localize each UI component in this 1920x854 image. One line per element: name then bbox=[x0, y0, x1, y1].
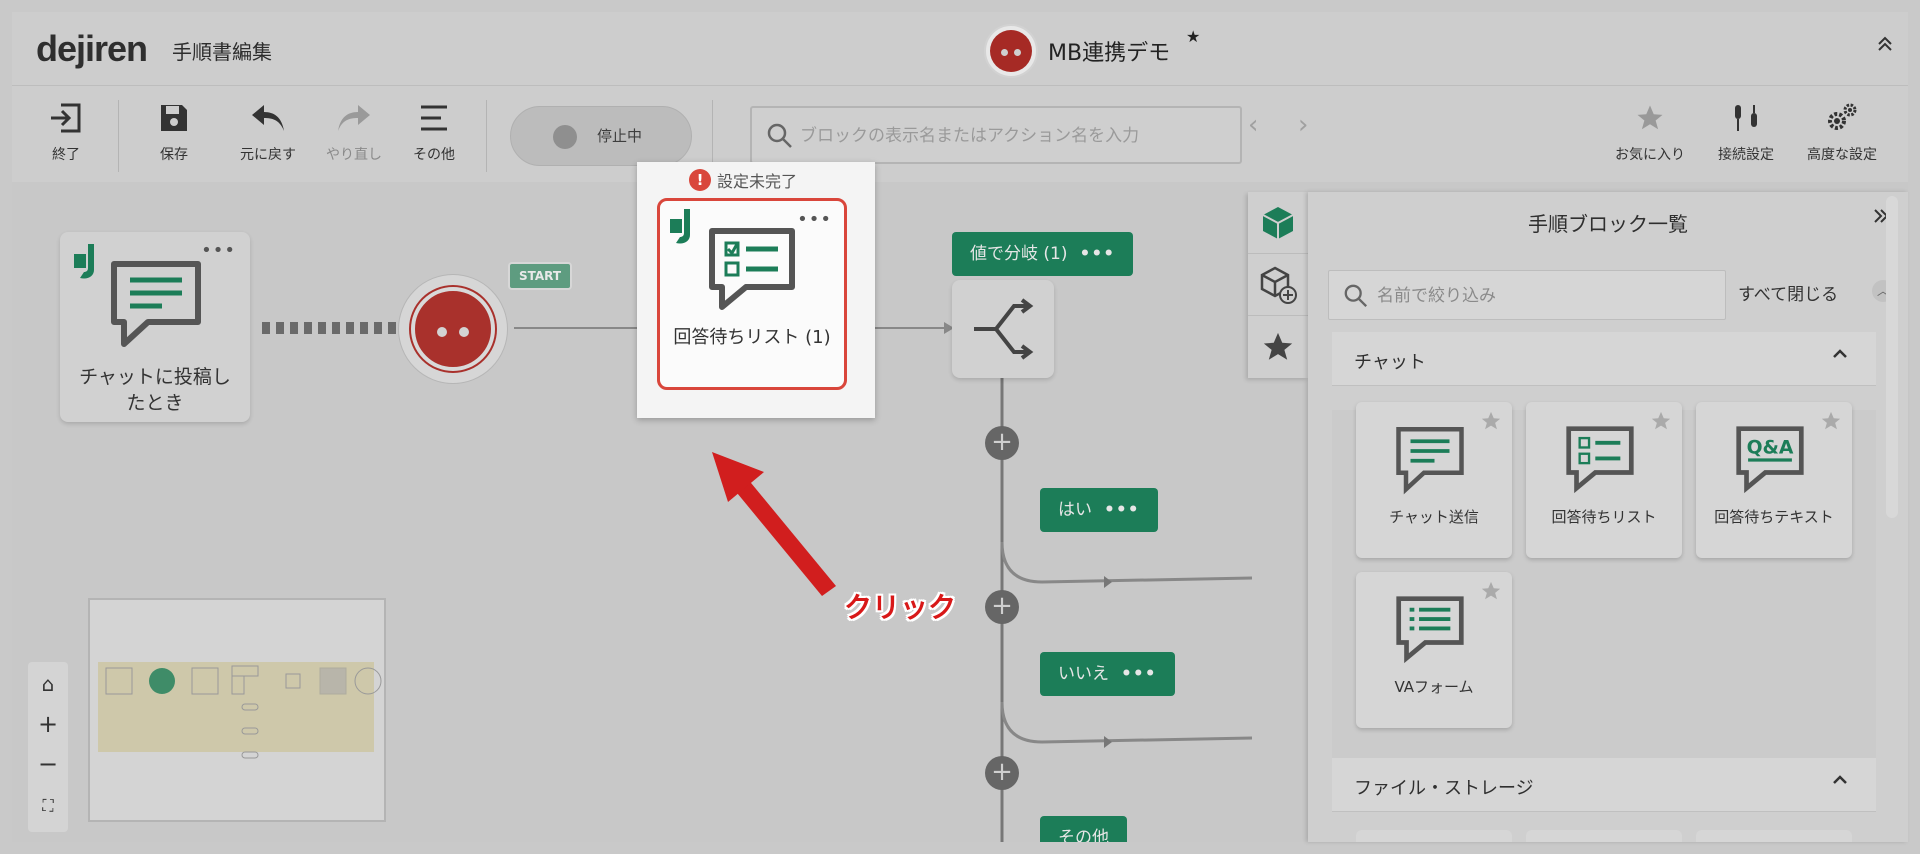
redo-icon bbox=[314, 98, 394, 138]
run-status-toggle[interactable]: 停止中 bbox=[510, 106, 692, 166]
custom-blocks-tab[interactable] bbox=[1248, 254, 1308, 316]
add-block-button[interactable]: + bbox=[985, 756, 1019, 790]
node-menu-icon[interactable]: ••• bbox=[1079, 244, 1115, 264]
branch-node[interactable] bbox=[952, 280, 1054, 378]
node-menu-icon[interactable]: ••• bbox=[797, 209, 832, 230]
trigger-node[interactable]: ••• チャットに投稿したとき bbox=[60, 232, 250, 422]
block-filter bbox=[1328, 270, 1726, 320]
block-card-partial[interactable] bbox=[1356, 830, 1512, 842]
node-menu-icon[interactable]: ••• bbox=[201, 240, 236, 261]
app-header: dejiren 手順書編集 MB連携デモ ★ bbox=[12, 12, 1908, 86]
star-icon[interactable] bbox=[1650, 410, 1672, 432]
procedure-avatar bbox=[984, 24, 1038, 78]
form-chat-icon bbox=[1396, 596, 1464, 664]
exit-button[interactable]: 終了 bbox=[26, 98, 106, 164]
block-card-waiting-list[interactable]: 回答待ちリスト bbox=[1526, 402, 1682, 558]
collapse-all-button[interactable]: すべて閉じる bbox=[1738, 280, 1838, 305]
branch-no-tag[interactable]: いいえ ••• bbox=[1040, 652, 1175, 696]
editor-toolbar: 終了 保存 元に戻す やり直し その他 停止中 ‹ › bbox=[12, 86, 1908, 182]
zoom-in-button[interactable]: + bbox=[28, 704, 68, 744]
dejiren-logo-icon bbox=[74, 244, 94, 279]
star-icon[interactable] bbox=[1480, 580, 1502, 602]
minimap-preview bbox=[98, 662, 382, 759]
gears-icon bbox=[1802, 98, 1882, 138]
click-annotation: クリック bbox=[844, 591, 957, 624]
undo-button[interactable]: 元に戻す bbox=[228, 98, 308, 164]
branch-icon bbox=[974, 298, 1034, 360]
section-chat-header[interactable]: チャット bbox=[1332, 332, 1876, 386]
save-button[interactable]: 保存 bbox=[134, 98, 214, 164]
waiting-list-node[interactable]: ••• 回答待ちリスト (1) bbox=[657, 198, 847, 390]
minimap[interactable] bbox=[88, 598, 386, 822]
qa-chat-icon: Q&A bbox=[1736, 426, 1804, 494]
blocks-tab[interactable] bbox=[1248, 192, 1308, 254]
branch-node-tag[interactable]: 値で分岐 (1) ••• bbox=[952, 232, 1134, 276]
panel-title: 手順ブロック一覧 bbox=[1528, 212, 1688, 236]
home-icon[interactable]: ⌂ bbox=[28, 664, 68, 704]
menu-icon bbox=[394, 98, 474, 138]
branch-other-tag[interactable]: その他 bbox=[1040, 816, 1127, 842]
unsaved-mark: ★ bbox=[1186, 27, 1201, 46]
block-search bbox=[750, 106, 1242, 164]
redo-button[interactable]: やり直し bbox=[314, 98, 394, 164]
chat-icon bbox=[111, 261, 201, 347]
node-menu-icon[interactable]: ••• bbox=[1121, 664, 1157, 684]
save-icon bbox=[134, 98, 214, 138]
zoom-controls: ⌂ + − ⛶ bbox=[28, 662, 68, 832]
favorites-tab[interactable] bbox=[1248, 316, 1308, 378]
branch-yes-tag[interactable]: はい ••• bbox=[1040, 488, 1158, 532]
star-icon bbox=[1610, 98, 1690, 138]
alert-icon: ! bbox=[689, 169, 711, 191]
search-icon bbox=[1343, 283, 1369, 313]
chevron-up-icon bbox=[1832, 772, 1848, 793]
block-card-waiting-text[interactable]: Q&A 回答待ちテキスト bbox=[1696, 402, 1852, 558]
node-menu-icon[interactable]: ••• bbox=[1104, 500, 1140, 520]
panel-scrollbar[interactable] bbox=[1886, 196, 1898, 518]
panel-tabs bbox=[1248, 192, 1308, 378]
block-card-va-form[interactable]: VAフォーム bbox=[1356, 572, 1512, 728]
plug-icon bbox=[1706, 98, 1786, 138]
svg-text:Q&A: Q&A bbox=[1747, 438, 1794, 459]
more-menu-button[interactable]: その他 bbox=[394, 98, 474, 164]
star-icon[interactable] bbox=[1480, 410, 1502, 432]
selected-node-highlight: ! 設定未完了 ••• 回答待ちリスト (1) bbox=[637, 162, 875, 418]
checklist-chat-icon bbox=[1566, 426, 1634, 494]
search-prev-icon[interactable]: ‹ bbox=[1248, 110, 1258, 140]
start-node[interactable] bbox=[398, 274, 508, 384]
chevron-up-icon bbox=[1832, 346, 1848, 367]
block-card-partial[interactable] bbox=[1526, 830, 1682, 842]
star-icon bbox=[1263, 332, 1293, 360]
toggle-knob bbox=[553, 125, 577, 149]
star-icon[interactable] bbox=[1820, 410, 1842, 432]
block-card-chat-send[interactable]: チャット送信 bbox=[1356, 402, 1512, 558]
app-logo: dejiren bbox=[36, 28, 148, 69]
search-next-icon[interactable]: › bbox=[1298, 110, 1308, 140]
cube-icon bbox=[1262, 206, 1294, 239]
add-block-button[interactable]: + bbox=[985, 590, 1019, 624]
block-filter-input[interactable] bbox=[1377, 283, 1707, 309]
connection-settings-button[interactable]: 接続設定 bbox=[1706, 98, 1786, 164]
section-file-storage-header[interactable]: ファイル・ストレージ bbox=[1332, 758, 1876, 812]
incomplete-warning: ! 設定未完了 bbox=[689, 168, 797, 192]
block-list-panel: 手順ブロック一覧 すべて閉じる ︿ チャット チャット送信 回答待ちリスト Q&… bbox=[1308, 192, 1908, 842]
dejiren-logo-icon bbox=[670, 209, 690, 244]
add-block-button[interactable]: + bbox=[985, 426, 1019, 460]
block-search-input[interactable] bbox=[800, 122, 1220, 150]
checklist-chat-icon bbox=[709, 228, 795, 310]
chat-icon bbox=[1396, 427, 1464, 495]
procedure-name: MB連携デモ bbox=[1048, 41, 1171, 66]
zoom-out-button[interactable]: − bbox=[28, 744, 68, 784]
fit-screen-icon[interactable]: ⛶ bbox=[28, 786, 68, 826]
favorites-button[interactable]: お気に入り bbox=[1610, 98, 1690, 164]
cube-add-icon bbox=[1260, 266, 1297, 304]
start-badge: START bbox=[508, 262, 573, 290]
block-card-partial[interactable] bbox=[1696, 830, 1852, 842]
chevron-up-icon[interactable] bbox=[1876, 34, 1894, 59]
undo-icon bbox=[228, 98, 308, 138]
exit-icon bbox=[26, 98, 106, 138]
page-title: 手順書編集 bbox=[172, 40, 272, 64]
advanced-settings-button[interactable]: 高度な設定 bbox=[1802, 98, 1882, 164]
search-icon bbox=[766, 122, 794, 154]
